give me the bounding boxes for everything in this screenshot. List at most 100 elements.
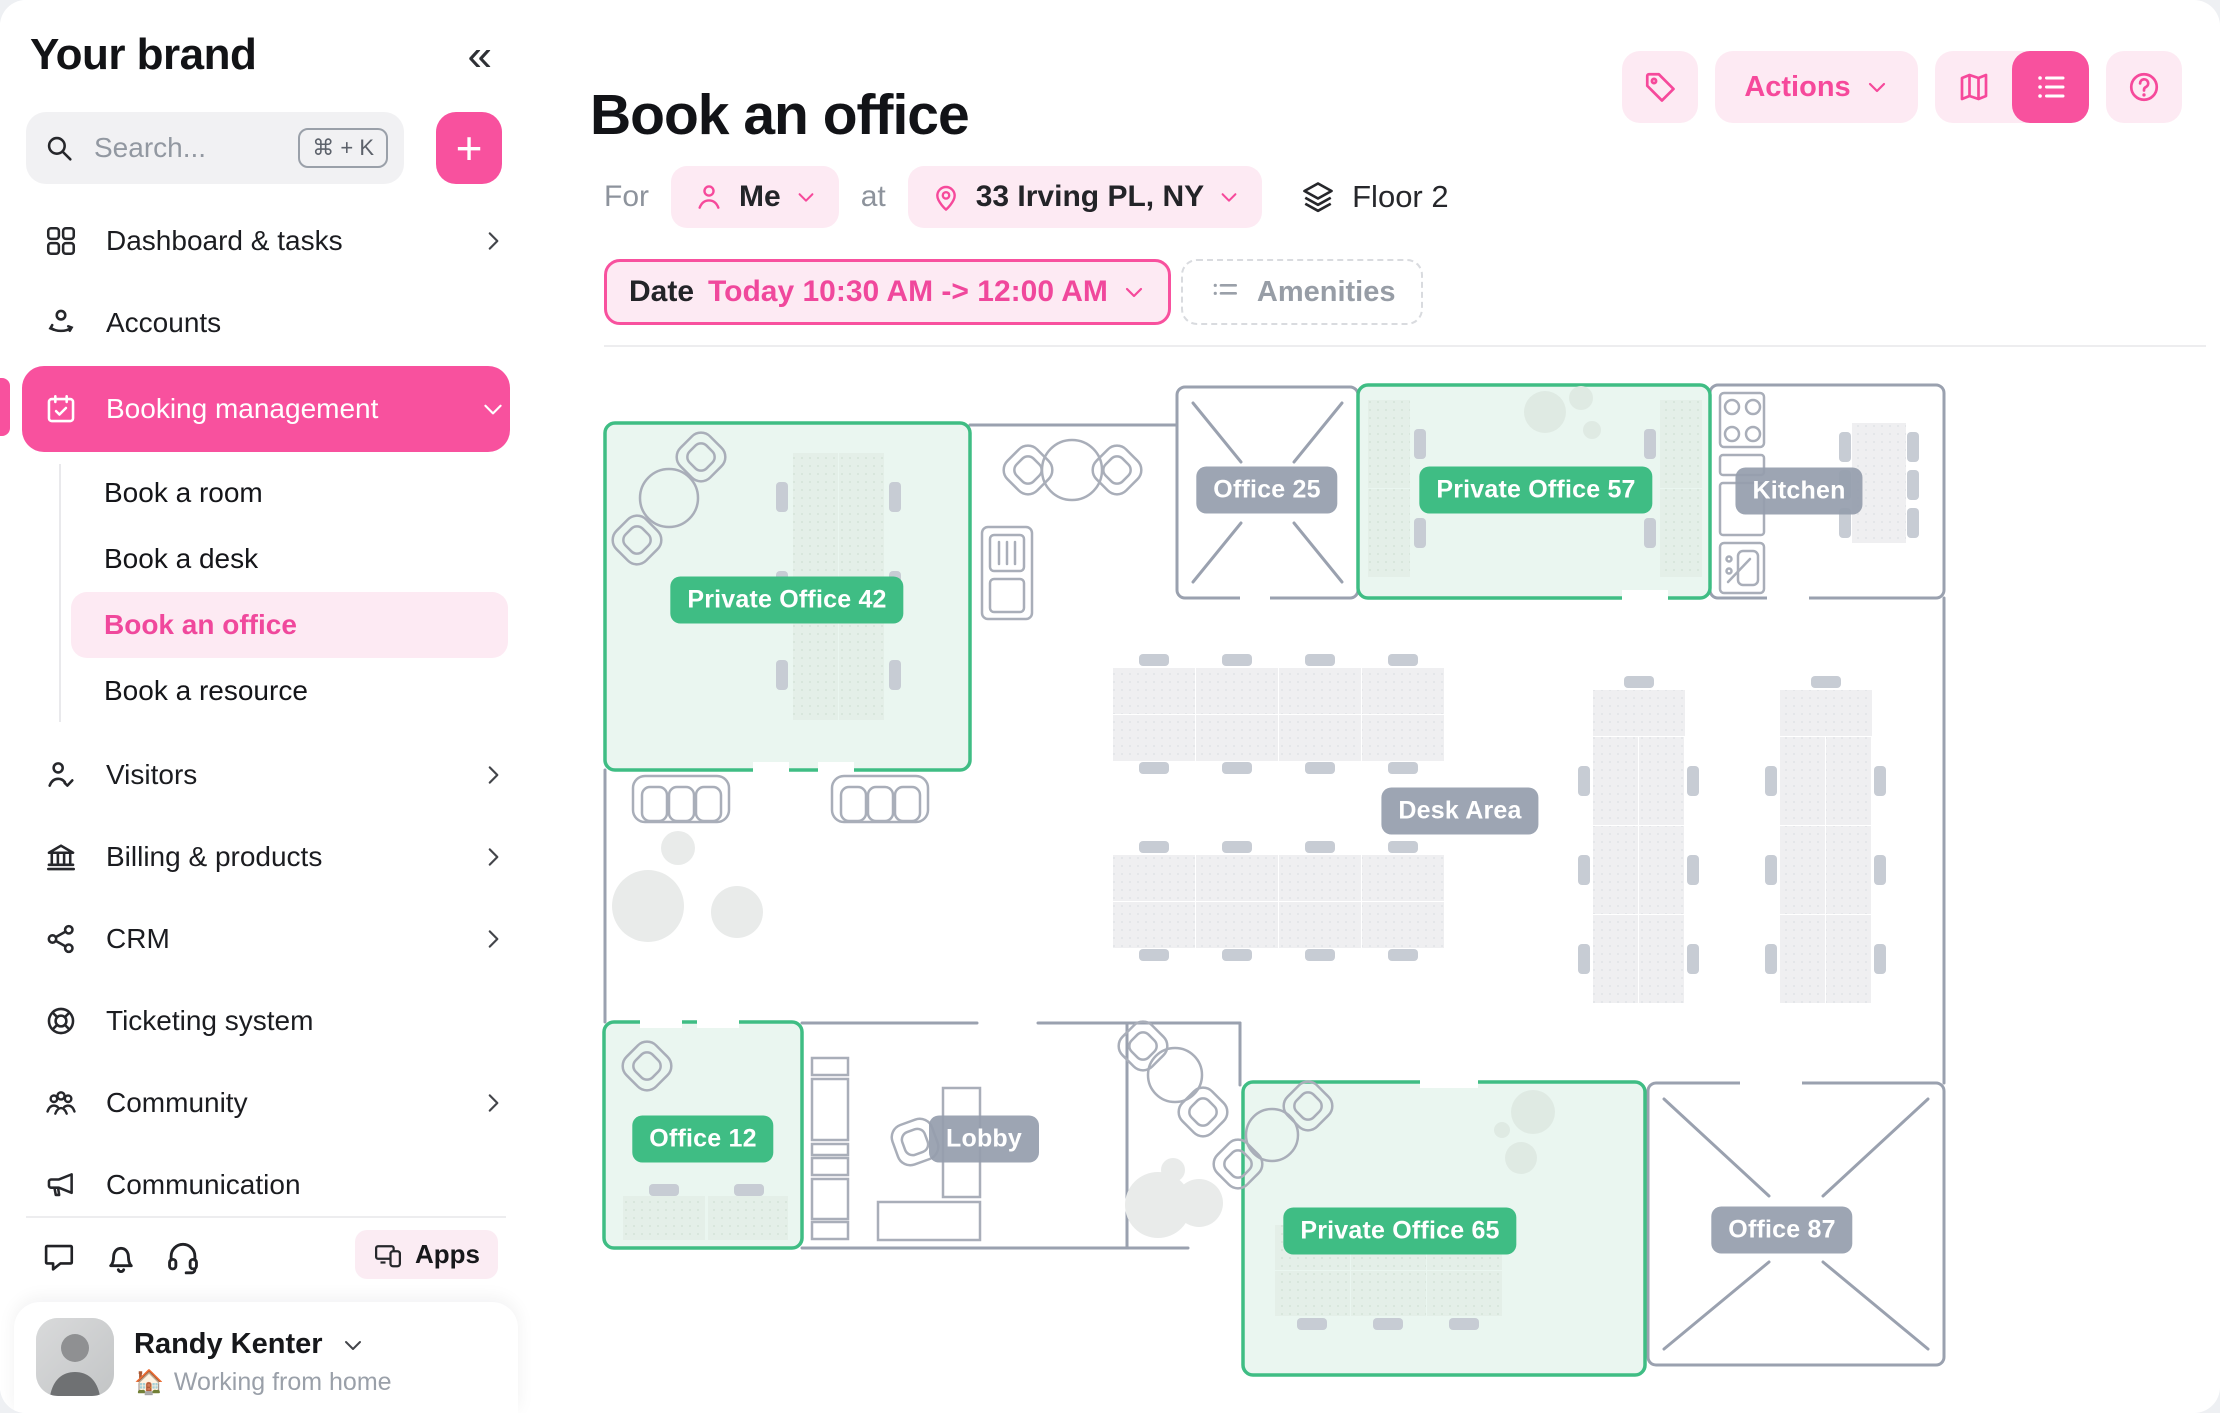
sidebar-item-book-a-resource[interactable]: Book a resource xyxy=(71,658,510,724)
amenities-button[interactable]: Amenities xyxy=(1181,259,1424,325)
list-icon xyxy=(2033,69,2069,105)
sidebar-item-label: CRM xyxy=(106,923,452,955)
search-shortcut: ⌘ + K xyxy=(298,128,388,168)
accounts-icon xyxy=(44,306,78,340)
date-select[interactable]: Date Today 10:30 AM -> 12:00 AM xyxy=(604,259,1171,325)
booking-submenu: Book a room Book a desk Book an office B… xyxy=(0,454,532,734)
for-label: For xyxy=(604,180,649,214)
date-label: Date xyxy=(629,275,694,309)
main-content: Book an office Actions For xyxy=(532,0,2220,1413)
sidebar-item-label: Community xyxy=(106,1087,452,1119)
share-icon xyxy=(44,922,78,956)
sidebar-item-label: Communication xyxy=(106,1169,506,1201)
app-window: Private Office 42 Office 25 Private Offi… xyxy=(0,0,2220,1413)
actions-button[interactable]: Actions xyxy=(1715,51,1918,123)
devices-icon xyxy=(373,1240,403,1270)
sidebar-item-community[interactable]: Community xyxy=(22,1062,510,1144)
bank-icon xyxy=(44,840,78,874)
submenu-indent-line xyxy=(59,464,61,722)
date-value: Today 10:30 AM -> 12:00 AM xyxy=(708,275,1108,309)
sidebar-item-dashboard-tasks[interactable]: Dashboard & tasks xyxy=(22,200,510,282)
help-button[interactable] xyxy=(2106,51,2182,123)
status-emoji: 🏠 xyxy=(134,1368,164,1397)
person-select[interactable]: Me xyxy=(671,166,839,228)
sidebar: Your brand « ⌘ + K + Dashboard & tasks A… xyxy=(0,0,532,1413)
dashboard-icon xyxy=(44,224,78,258)
chevron-down-icon xyxy=(1218,186,1240,208)
at-label: at xyxy=(861,180,886,214)
tag-icon xyxy=(1642,69,1678,105)
sidebar-item-book-a-desk[interactable]: Book a desk xyxy=(71,526,510,592)
apps-label: Apps xyxy=(415,1239,480,1270)
sidebar-item-crm[interactable]: CRM xyxy=(22,898,510,980)
location-value: 33 Irving PL, NY xyxy=(976,180,1204,214)
floor-select[interactable]: Floor 2 xyxy=(1300,179,1448,215)
sidebar-item-label: Booking management xyxy=(106,393,452,425)
user-name: Randy Kenter xyxy=(134,1328,323,1361)
sidebar-item-label: Visitors xyxy=(106,759,452,791)
search-input[interactable] xyxy=(92,131,282,165)
sidebar-item-communication[interactable]: Communication xyxy=(22,1144,510,1226)
chevron-right-icon xyxy=(480,762,506,788)
location-pin-icon xyxy=(930,181,962,213)
sidebar-item-label: Ticketing system xyxy=(106,1005,506,1037)
map-icon xyxy=(1956,69,1992,105)
sidebar-item-booking-management[interactable]: Booking management xyxy=(22,366,510,452)
avatar xyxy=(36,1318,114,1396)
list-view-button[interactable] xyxy=(2012,51,2089,123)
apps-button[interactable]: Apps xyxy=(355,1230,498,1279)
sidebar-item-visitors[interactable]: Visitors xyxy=(22,734,510,816)
sidebar-item-label: Accounts xyxy=(106,307,506,339)
header-divider xyxy=(604,345,2206,347)
amenities-label: Amenities xyxy=(1257,276,1396,309)
visitor-icon xyxy=(44,758,78,792)
sidebar-item-accounts[interactable]: Accounts xyxy=(22,282,510,364)
sidebar-item-book-an-office[interactable]: Book an office xyxy=(71,592,508,658)
bell-icon[interactable] xyxy=(102,1238,140,1276)
header-buttons: Actions xyxy=(1622,51,2182,123)
sidebar-item-label: Dashboard & tasks xyxy=(106,225,452,257)
tags-button[interactable] xyxy=(1622,51,1698,123)
sidebar-footer: Apps xyxy=(0,1216,532,1218)
brand-title: Your brand xyxy=(30,30,256,80)
chevron-right-icon xyxy=(480,926,506,952)
lifebuoy-icon xyxy=(44,1004,78,1038)
megaphone-icon xyxy=(44,1168,78,1202)
amenities-list-icon xyxy=(1209,276,1241,308)
calendar-check-icon xyxy=(44,392,78,426)
sidebar-item-ticketing-system[interactable]: Ticketing system xyxy=(22,980,510,1062)
chevron-right-icon xyxy=(480,228,506,254)
help-icon xyxy=(2126,69,2162,105)
user-card[interactable]: Randy Kenter 🏠 Working from home xyxy=(14,1302,518,1413)
search-icon xyxy=(42,131,76,165)
chevron-down-icon xyxy=(480,396,506,422)
view-toggle xyxy=(1935,51,2089,123)
chevron-down-icon xyxy=(1865,75,1889,99)
search-box: ⌘ + K xyxy=(26,112,404,184)
user-status: Working from home xyxy=(174,1368,392,1397)
chevron-right-icon xyxy=(480,1090,506,1116)
chevron-down-icon[interactable] xyxy=(341,1333,365,1357)
floor-value: Floor 2 xyxy=(1352,179,1448,215)
collapse-sidebar-button[interactable]: « xyxy=(468,34,492,78)
chevron-down-icon xyxy=(1122,280,1146,304)
chevron-down-icon xyxy=(795,186,817,208)
sidebar-menu: Dashboard & tasks Accounts Booking manag… xyxy=(0,200,532,1226)
location-select[interactable]: 33 Irving PL, NY xyxy=(908,166,1262,228)
actions-label: Actions xyxy=(1744,71,1850,104)
filter-row: For Me at 33 Irving PL, NY Floor 2 xyxy=(604,166,1449,228)
chat-icon[interactable] xyxy=(40,1238,78,1276)
person-value: Me xyxy=(739,180,781,214)
sidebar-item-billing-products[interactable]: Billing & products xyxy=(22,816,510,898)
date-row: Date Today 10:30 AM -> 12:00 AM Amenitie… xyxy=(604,259,1423,325)
sidebar-item-book-a-room[interactable]: Book a room xyxy=(71,460,510,526)
sidebar-item-label: Billing & products xyxy=(106,841,452,873)
map-view-button[interactable] xyxy=(1935,51,2012,123)
headset-icon[interactable] xyxy=(164,1238,202,1276)
chevron-right-icon xyxy=(480,844,506,870)
layers-icon xyxy=(1300,179,1336,215)
footer-divider xyxy=(26,1216,506,1218)
page-title: Book an office xyxy=(590,82,969,148)
add-button[interactable]: + xyxy=(436,112,502,184)
community-icon xyxy=(44,1086,78,1120)
